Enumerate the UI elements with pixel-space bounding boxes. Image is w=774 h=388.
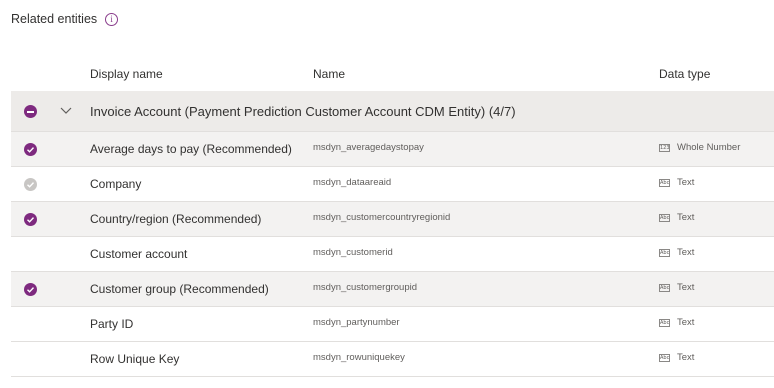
text-type-icon: Abc xyxy=(659,353,670,362)
row-logical-name: msdyn_customerid xyxy=(313,247,393,258)
table-row[interactable]: Party ID msdyn_partynumber Abc Text xyxy=(11,307,774,342)
row-select-checkbox[interactable] xyxy=(24,353,37,366)
row-logical-name: msdyn_partynumber xyxy=(313,317,400,328)
checked-icon[interactable] xyxy=(24,213,37,226)
row-logical-name: msdyn_customergroupid xyxy=(313,282,418,293)
row-display-name: Party ID xyxy=(90,317,134,331)
checked-icon[interactable] xyxy=(24,283,37,296)
row-data-type-label: Text xyxy=(677,282,695,293)
row-logical-name: msdyn_rowuniquekey xyxy=(313,352,405,363)
row-select-checkbox[interactable] xyxy=(24,318,37,331)
row-display-name: Country/region (Recommended) xyxy=(90,212,262,226)
column-headers: Display name Name Data type xyxy=(0,67,774,81)
row-data-type: Abc Text xyxy=(659,317,694,328)
text-type-icon: Abc xyxy=(659,318,670,327)
row-data-type-label: Whole Number xyxy=(677,142,741,153)
table-row[interactable]: Row Unique Key msdyn_rowuniquekey Abc Text xyxy=(11,342,774,377)
row-data-type-label: Text xyxy=(677,317,695,328)
table-row[interactable]: Country/region (Recommended) msdyn_custom… xyxy=(11,202,774,237)
row-data-type: Abc Text xyxy=(659,282,694,293)
column-header-name[interactable]: Name xyxy=(313,67,345,81)
text-type-icon: Abc xyxy=(659,178,670,187)
text-type-icon: Abc xyxy=(659,283,670,292)
row-data-type-label: Text xyxy=(677,352,695,363)
info-icon[interactable]: i xyxy=(105,12,119,26)
row-data-type: Abc Text xyxy=(659,212,694,223)
row-select-checkbox[interactable] xyxy=(24,248,37,261)
group-label: Invoice Account (Payment Prediction Cust… xyxy=(90,104,516,119)
checked-icon[interactable] xyxy=(24,143,37,156)
row-display-name: Customer account xyxy=(90,247,188,261)
disabled-check-icon xyxy=(24,178,37,191)
row-display-name: Company xyxy=(90,177,142,191)
chevron-down-icon[interactable] xyxy=(60,105,72,115)
table-row[interactable]: Customer group (Recommended) msdyn_custom… xyxy=(11,272,774,307)
entity-table: Invoice Account (Payment Prediction Cust… xyxy=(11,91,774,377)
section-title: Related entities xyxy=(11,12,98,26)
row-logical-name: msdyn_customercountryregionid xyxy=(313,212,451,223)
table-row[interactable]: Company msdyn_dataareaid Abc Text xyxy=(11,167,774,202)
row-data-type-label: Text xyxy=(677,212,695,223)
row-logical-name: msdyn_averagedaystopay xyxy=(313,142,424,153)
group-row[interactable]: Invoice Account (Payment Prediction Cust… xyxy=(11,91,774,132)
row-data-type: Abc Text xyxy=(659,247,694,258)
row-data-type: Abc Text xyxy=(659,352,694,363)
row-data-type-label: Text xyxy=(677,177,695,188)
row-data-type-label: Text xyxy=(677,247,695,258)
row-display-name: Customer group (Recommended) xyxy=(90,282,269,296)
row-display-name: Row Unique Key xyxy=(90,352,180,366)
text-type-icon: Abc xyxy=(659,213,670,222)
partial-select-icon[interactable] xyxy=(24,105,37,118)
number-type-icon: 123 xyxy=(659,143,670,152)
column-header-data-type[interactable]: Data type xyxy=(659,67,710,81)
section-header: Related entities i xyxy=(11,12,119,26)
row-data-type: 123 Whole Number xyxy=(659,142,740,153)
row-logical-name: msdyn_dataareaid xyxy=(313,177,392,188)
row-display-name: Average days to pay (Recommended) xyxy=(90,142,292,156)
row-data-type: Abc Text xyxy=(659,177,694,188)
text-type-icon: Abc xyxy=(659,248,670,257)
column-header-display-name[interactable]: Display name xyxy=(90,67,163,81)
table-row[interactable]: Customer account msdyn_customerid Abc Text xyxy=(11,237,774,272)
table-row[interactable]: Average days to pay (Recommended) msdyn_a… xyxy=(11,132,774,167)
